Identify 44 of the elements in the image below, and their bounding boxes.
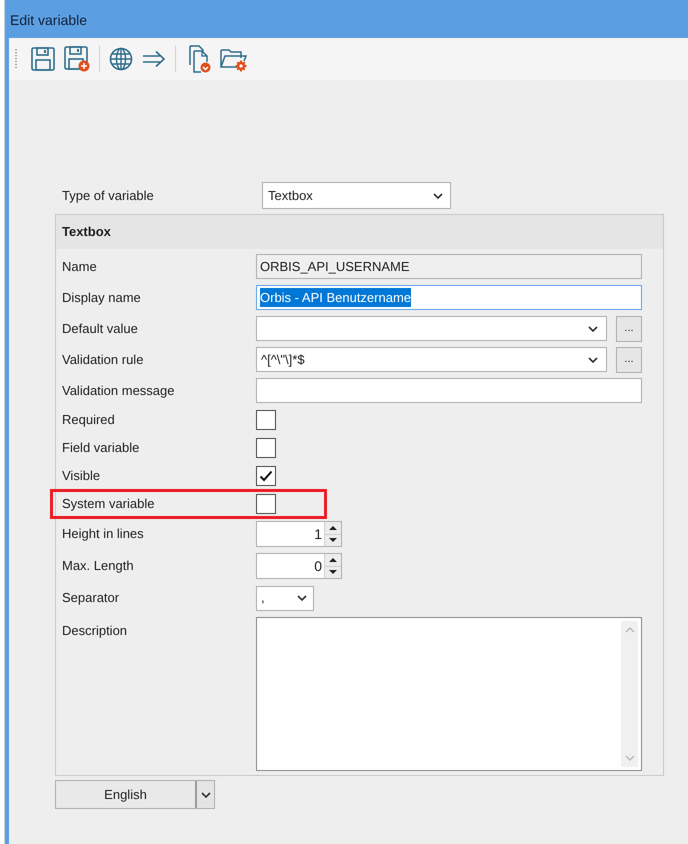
group-header: Textbox [56, 215, 663, 249]
text-field[interactable]: ORBIS_API_USERNAME [256, 254, 642, 279]
browse-button[interactable]: ... [616, 316, 642, 342]
text-field[interactable] [256, 378, 642, 403]
globe-icon[interactable] [109, 47, 133, 71]
chevron-down-icon [195, 781, 214, 808]
chevron-down-icon [433, 192, 443, 198]
field-label: Type of variable [62, 188, 154, 203]
language-dropdown[interactable]: English [55, 780, 215, 809]
grip-icon[interactable] [14, 49, 18, 69]
field-label: Visible [62, 468, 100, 484]
field-label: Height in lines [62, 526, 144, 542]
window-title: Edit variable [10, 10, 88, 30]
check-icon [259, 470, 273, 482]
field-label: Required [62, 412, 115, 428]
dropdown-field[interactable]: ^[^\"\]*$ [256, 347, 607, 372]
checkbox[interactable] [256, 438, 276, 458]
field-label: Validation message [62, 382, 174, 398]
dropdown-field[interactable]: , [256, 586, 314, 610]
field-label: System variable [62, 496, 154, 512]
checkbox[interactable] [256, 494, 276, 514]
field-label: Field variable [62, 440, 140, 456]
field-label: Name [62, 258, 97, 274]
dropdown-field[interactable] [256, 316, 607, 341]
browse-button[interactable]: ... [616, 346, 642, 372]
checkbox[interactable] [256, 466, 276, 486]
chevron-down-icon [624, 755, 634, 761]
checkbox[interactable] [256, 410, 276, 430]
field-label: Separator [62, 590, 120, 606]
floppy-disk-badge-icon[interactable] [64, 46, 90, 72]
textarea-field[interactable] [256, 617, 642, 771]
field-label: Description [62, 623, 128, 638]
field-label: Validation rule [62, 352, 144, 367]
chevron-down-icon [588, 356, 598, 362]
chevron-up-icon [624, 627, 634, 633]
field-label: Display name [62, 290, 141, 305]
field-label: Default value [62, 320, 138, 336]
chevron-down-icon [588, 326, 598, 332]
right-arrow-icon[interactable] [142, 50, 166, 68]
field-label: Max. Length [62, 558, 134, 574]
scrollbar[interactable] [621, 621, 638, 767]
chevron-down-icon [297, 595, 307, 601]
text-field[interactable]: Orbis - API Benutzername [256, 285, 642, 310]
dropdown-field[interactable]: Textbox [262, 182, 451, 209]
